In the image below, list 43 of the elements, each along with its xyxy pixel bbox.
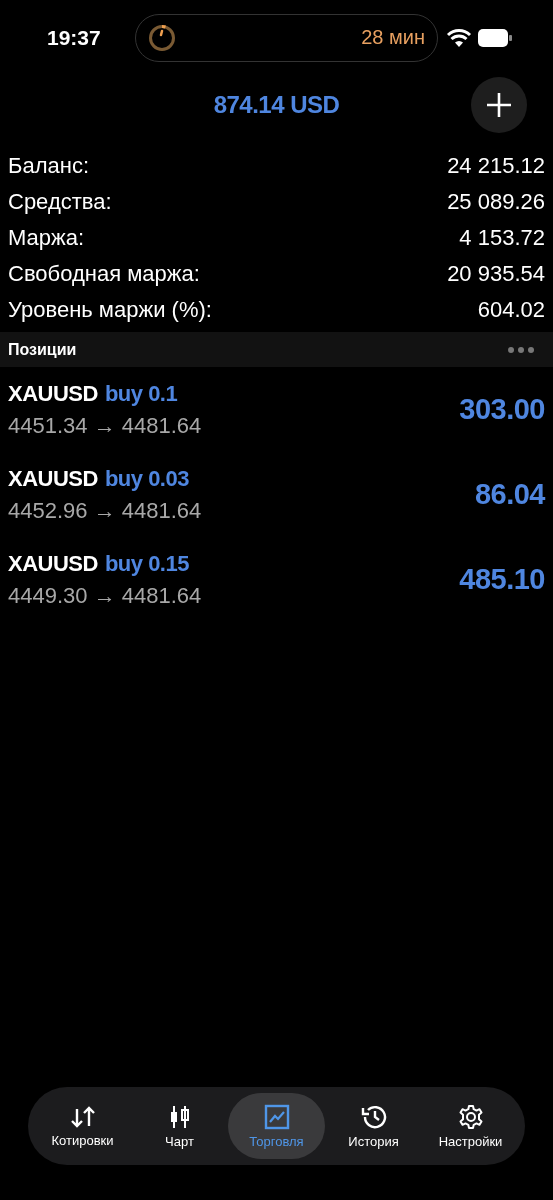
more-icon[interactable]: [507, 345, 535, 354]
nav-tab[interactable]: Котировки: [34, 1093, 131, 1159]
nav-tab[interactable]: Чарт: [131, 1093, 228, 1159]
summary-label: Средства:: [8, 189, 112, 215]
up-down-arrows-icon: [68, 1104, 97, 1129]
plus-icon: [486, 92, 512, 118]
line-chart-icon: [263, 1103, 290, 1130]
nav-tab[interactable]: Настройки: [422, 1093, 519, 1159]
position-prices: 4449.30 → 4481.64: [8, 582, 202, 609]
summary-value: 604.02: [477, 297, 545, 323]
position-symbol: XAUUSD: [8, 465, 98, 492]
battery-icon: [478, 28, 512, 47]
summary-value: 24 215.12: [447, 153, 545, 179]
summary-label: Уровень маржи (%):: [8, 297, 212, 323]
balance-title: 874.14 USD: [213, 91, 340, 119]
position-symbol: XAUUSD: [8, 380, 98, 407]
add-button[interactable]: [471, 77, 527, 133]
summary-value: 4 153.72: [459, 225, 545, 251]
summary-value: 25 089.26: [447, 189, 545, 215]
settings-icon: [457, 1103, 484, 1130]
position-side: buy 0.15: [104, 550, 189, 577]
wifi-icon: [446, 27, 472, 48]
position-row[interactable]: XAUUSD buy 0.1 4451.34 → 4481.64 303.00: [0, 367, 553, 452]
position-row[interactable]: XAUUSD buy 0.15 4449.30 → 4481.64 485.10: [0, 537, 553, 622]
position-side: buy 0.03: [104, 465, 189, 492]
nav-tab[interactable]: Торговля: [228, 1093, 325, 1159]
position-profit: 303.00: [459, 393, 545, 426]
history-icon: [359, 1103, 388, 1130]
summary-label: Свободная маржа:: [8, 261, 200, 287]
summary-label: Маржа:: [8, 225, 85, 251]
status-time: 19:37: [47, 25, 102, 50]
timer-icon: [148, 23, 176, 52]
summary-label: Баланс:: [8, 153, 89, 179]
nav-tab[interactable]: История: [325, 1093, 422, 1159]
position-row[interactable]: XAUUSD buy 0.03 4452.96 → 4481.64 86.04: [0, 452, 553, 537]
position-symbol: XAUUSD: [8, 550, 98, 577]
position-side: buy 0.1: [104, 380, 178, 407]
section-title: Позиции: [8, 340, 77, 359]
position-profit: 86.04: [474, 478, 545, 511]
summary-value: 20 935.54: [447, 261, 545, 287]
position-profit: 485.10: [459, 563, 545, 596]
position-prices: 4451.34 → 4481.64: [8, 412, 202, 439]
position-prices: 4452.96 → 4481.64: [8, 497, 202, 524]
